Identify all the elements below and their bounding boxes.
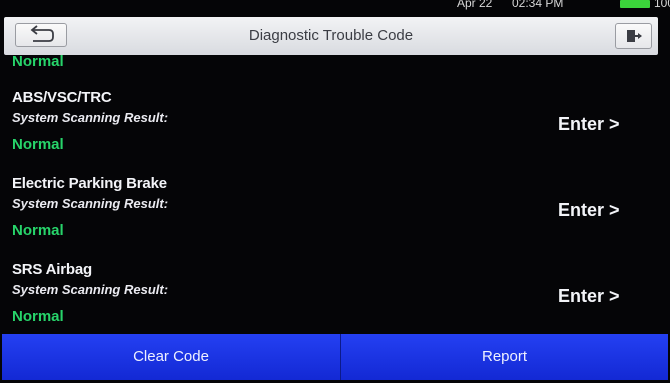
system-list: Normal ABS/VSC/TRC System Scanning Resul… xyxy=(0,55,670,332)
status-normal: Normal xyxy=(12,222,64,239)
system-name: SRS Airbag xyxy=(12,261,92,278)
back-arrow-icon xyxy=(30,25,54,42)
battery-icon xyxy=(620,0,650,8)
status-normal: Normal xyxy=(12,308,64,325)
back-button[interactable] xyxy=(15,23,67,47)
enter-button[interactable]: Enter > xyxy=(558,114,620,135)
list-item-srs-airbag[interactable]: SRS Airbag System Scanning Result: Norma… xyxy=(0,261,670,332)
system-name: Electric Parking Brake xyxy=(12,175,167,192)
screen: Apr 22 02:34 PM 100 Diagnostic Trouble C… xyxy=(0,0,670,383)
previous-system-status: Normal xyxy=(12,55,64,70)
page-title: Diagnostic Trouble Code xyxy=(248,27,414,44)
status-date: Apr 22 xyxy=(457,0,493,10)
exit-button[interactable] xyxy=(615,23,652,49)
battery-level: 100 xyxy=(654,0,670,10)
enter-button[interactable]: Enter > xyxy=(558,286,620,307)
system-name: ABS/VSC/TRC xyxy=(12,89,112,106)
scan-result-label: System Scanning Result: xyxy=(12,196,169,211)
header-bar: Diagnostic Trouble Code xyxy=(4,17,658,55)
enter-button[interactable]: Enter > xyxy=(558,200,620,221)
action-bar: Clear Code Report xyxy=(2,334,668,380)
status-normal: Normal xyxy=(12,136,64,153)
exit-door-icon xyxy=(627,30,642,42)
list-item-abs-vsc-trc[interactable]: ABS/VSC/TRC System Scanning Result: Norm… xyxy=(0,89,670,175)
scan-result-label: System Scanning Result: xyxy=(12,282,169,297)
scan-result-label: System Scanning Result: xyxy=(12,110,169,125)
clear-code-button[interactable]: Clear Code xyxy=(2,334,340,380)
status-bar: Apr 22 02:34 PM 100 xyxy=(0,0,670,10)
list-item-electric-parking-brake[interactable]: Electric Parking Brake System Scanning R… xyxy=(0,175,670,261)
report-button[interactable]: Report xyxy=(341,334,668,380)
status-time: 02:34 PM xyxy=(512,0,564,10)
